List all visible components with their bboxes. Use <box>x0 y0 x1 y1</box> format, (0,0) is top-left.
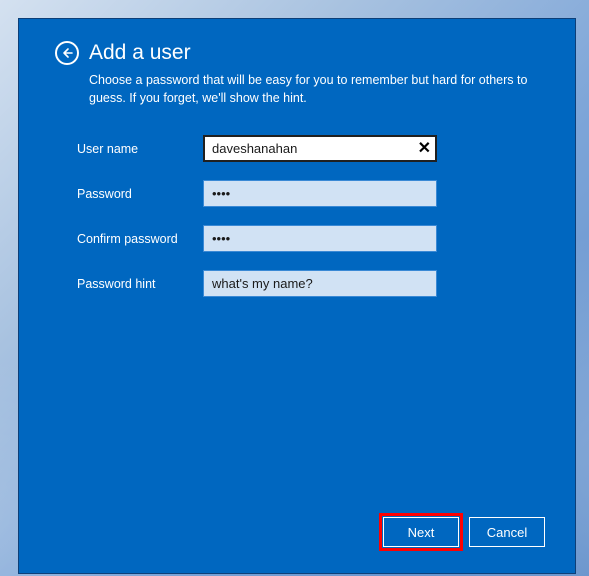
username-input[interactable] <box>203 135 437 162</box>
row-password: Password <box>77 180 545 207</box>
label-password: Password <box>77 187 203 201</box>
dialog-title: Add a user <box>89 41 191 65</box>
back-button[interactable] <box>55 41 79 65</box>
dialog-footer: Next Cancel <box>55 517 545 553</box>
cancel-button[interactable]: Cancel <box>469 517 545 547</box>
row-confirm: Confirm password <box>77 225 545 252</box>
row-username: User name ✕ <box>77 135 545 162</box>
form: User name ✕ Password Confirm password Pa… <box>77 135 545 315</box>
back-arrow-icon <box>61 47 73 59</box>
row-hint: Password hint <box>77 270 545 297</box>
label-hint: Password hint <box>77 277 203 291</box>
confirm-password-input[interactable] <box>203 225 437 252</box>
dialog-header: Add a user <box>55 41 545 65</box>
password-input[interactable] <box>203 180 437 207</box>
next-button[interactable]: Next <box>383 517 459 547</box>
label-confirm: Confirm password <box>77 232 203 246</box>
password-hint-input[interactable] <box>203 270 437 297</box>
label-username: User name <box>77 142 203 156</box>
dialog-subtitle: Choose a password that will be easy for … <box>89 71 545 107</box>
add-user-dialog: Add a user Choose a password that will b… <box>18 18 576 574</box>
field-wrap-username: ✕ <box>203 135 437 162</box>
clear-icon[interactable]: ✕ <box>418 141 431 157</box>
